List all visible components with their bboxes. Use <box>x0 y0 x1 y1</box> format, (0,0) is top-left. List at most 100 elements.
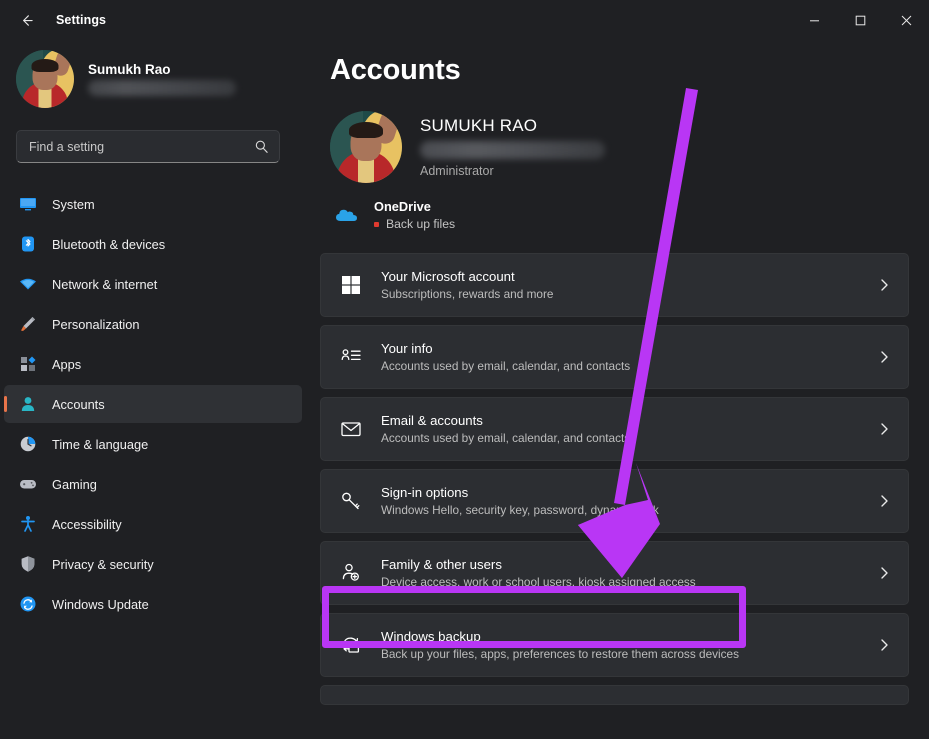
window-controls <box>791 0 929 40</box>
card-text: Windows backup Back up your files, apps,… <box>381 629 876 661</box>
chevron-right-icon <box>876 565 892 581</box>
sidebar-item-label: Time & language <box>52 437 148 452</box>
maximize-button[interactable] <box>837 0 883 40</box>
sidebar-item-label: Apps <box>52 357 81 372</box>
sidebar-item-windows-update[interactable]: Windows Update <box>4 585 302 623</box>
minimize-icon <box>809 15 820 26</box>
wifi-icon <box>18 274 38 294</box>
chevron-right-icon <box>876 277 892 293</box>
search-wrapper <box>16 130 294 163</box>
bluetooth-icon <box>18 234 38 254</box>
chevron-right-icon <box>876 493 892 509</box>
account-header: SUMUKH RAO Administrator <box>330 111 929 183</box>
person-add-icon <box>339 561 363 585</box>
backup-icon <box>339 633 363 657</box>
card-subtitle: Accounts used by email, calendar, and co… <box>381 431 876 445</box>
sidebar-profile-email-redacted <box>88 80 236 96</box>
card-title: Sign-in options <box>381 485 876 500</box>
sidebar: Sumukh Rao System <box>0 40 310 739</box>
chevron-right-icon <box>876 421 892 437</box>
main-content: Accounts SUMUKH RAO Administrator <box>310 40 929 739</box>
account-email-redacted <box>420 141 605 159</box>
card-subtitle: Windows Hello, security key, password, d… <box>381 503 876 517</box>
card-windows-backup[interactable]: Windows backup Back up your files, apps,… <box>320 613 909 677</box>
card-family-other-users[interactable]: Family & other users Device access, work… <box>320 541 909 605</box>
monitor-icon <box>18 194 38 214</box>
account-name: SUMUKH RAO <box>420 116 605 136</box>
sidebar-profile-name: Sumukh Rao <box>88 62 236 77</box>
sidebar-item-label: Windows Update <box>52 597 149 612</box>
body-wrapper: Sumukh Rao System <box>0 40 929 739</box>
envelope-icon <box>339 417 363 441</box>
card-subtitle: Subscriptions, rewards and more <box>381 287 876 301</box>
close-icon <box>901 15 912 26</box>
settings-card-list: Your Microsoft account Subscriptions, re… <box>320 253 929 705</box>
apps-grid-icon <box>18 354 38 374</box>
card-sign-in-options[interactable]: Sign-in options Windows Hello, security … <box>320 469 909 533</box>
sidebar-item-system[interactable]: System <box>4 185 302 223</box>
card-text: Sign-in options Windows Hello, security … <box>381 485 876 517</box>
person-icon <box>18 394 38 414</box>
onedrive-text: OneDrive Back up files <box>374 199 455 231</box>
search-input[interactable] <box>29 140 254 154</box>
gamepad-icon <box>18 474 38 494</box>
maximize-icon <box>855 15 866 26</box>
sidebar-item-gaming[interactable]: Gaming <box>4 465 302 503</box>
sidebar-item-label: Bluetooth & devices <box>52 237 165 252</box>
sidebar-item-label: Privacy & security <box>52 557 154 572</box>
sidebar-profile[interactable]: Sumukh Rao <box>0 40 310 108</box>
cloud-icon <box>334 203 360 229</box>
sidebar-item-label: Accessibility <box>52 517 122 532</box>
sidebar-item-label: Network & internet <box>52 277 157 292</box>
onedrive-subtitle: Back up files <box>386 217 455 231</box>
minimize-button[interactable] <box>791 0 837 40</box>
clock-icon <box>18 434 38 454</box>
card-text: Your Microsoft account Subscriptions, re… <box>381 269 876 301</box>
onedrive-subtitle-row: Back up files <box>374 217 455 231</box>
sidebar-item-bluetooth-devices[interactable]: Bluetooth & devices <box>4 225 302 263</box>
sidebar-item-accounts[interactable]: Accounts <box>4 385 302 423</box>
search-icon <box>254 139 269 154</box>
person-list-icon <box>339 345 363 369</box>
page-title: Accounts <box>330 54 929 87</box>
sidebar-item-apps[interactable]: Apps <box>4 345 302 383</box>
sidebar-item-personalization[interactable]: Personalization <box>4 305 302 343</box>
card-text: Your info Accounts used by email, calend… <box>381 341 876 373</box>
refresh-icon <box>18 594 38 614</box>
sidebar-item-network-internet[interactable]: Network & internet <box>4 265 302 303</box>
card-title: Your Microsoft account <box>381 269 876 284</box>
account-role: Administrator <box>420 164 605 178</box>
chevron-right-icon <box>876 637 892 653</box>
card-subtitle: Accounts used by email, calendar, and co… <box>381 359 876 373</box>
card-subtitle: Device access, work or school users, kio… <box>381 575 876 589</box>
back-arrow-icon <box>19 13 34 28</box>
card-your-info[interactable]: Your info Accounts used by email, calend… <box>320 325 909 389</box>
card-text: Email & accounts Accounts used by email,… <box>381 413 876 445</box>
sidebar-item-label: Personalization <box>52 317 140 332</box>
card-your-microsoft-account[interactable]: Your Microsoft account Subscriptions, re… <box>320 253 909 317</box>
key-icon <box>339 489 363 513</box>
avatar <box>16 50 74 108</box>
search-box[interactable] <box>16 130 280 163</box>
card-email-accounts[interactable]: Email & accounts Accounts used by email,… <box>320 397 909 461</box>
account-avatar[interactable] <box>330 111 402 183</box>
card-title: Your info <box>381 341 876 356</box>
card-title: Windows backup <box>381 629 876 644</box>
sidebar-item-accessibility[interactable]: Accessibility <box>4 505 302 543</box>
card-subtitle: Back up your files, apps, preferences to… <box>381 647 876 661</box>
card-title: Email & accounts <box>381 413 876 428</box>
onedrive-section[interactable]: OneDrive Back up files <box>334 199 929 231</box>
chevron-right-icon <box>876 349 892 365</box>
paintbrush-icon <box>18 314 38 334</box>
sidebar-item-label: Accounts <box>52 397 105 412</box>
card-partial-next[interactable] <box>320 685 909 705</box>
close-button[interactable] <box>883 0 929 40</box>
shield-icon <box>18 554 38 574</box>
card-title: Family & other users <box>381 557 876 572</box>
sidebar-item-privacy-security[interactable]: Privacy & security <box>4 545 302 583</box>
alert-dot-icon <box>374 222 379 227</box>
sidebar-item-time-language[interactable]: Time & language <box>4 425 302 463</box>
app-title: Settings <box>56 13 106 27</box>
back-button[interactable] <box>8 4 44 36</box>
title-bar: Settings <box>0 0 929 40</box>
